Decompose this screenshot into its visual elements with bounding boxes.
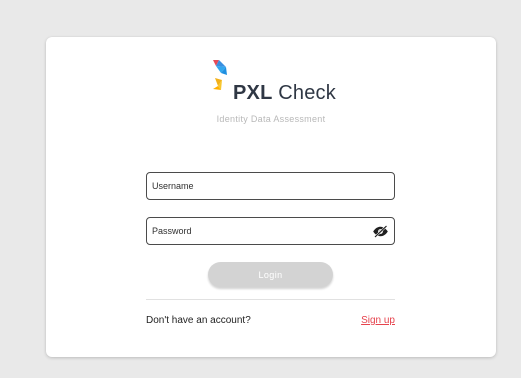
password-input[interactable] bbox=[147, 218, 394, 244]
password-field[interactable] bbox=[146, 217, 395, 245]
username-input[interactable] bbox=[147, 173, 394, 199]
brand-name-strong: PXL bbox=[233, 82, 273, 104]
brand-name-light: Check bbox=[272, 82, 336, 104]
signup-prompt: Don't have an account? bbox=[146, 315, 251, 326]
brand-tagline: Identity Data Assessment bbox=[216, 114, 326, 124]
signup-row: Don't have an account? Sign up bbox=[146, 315, 395, 331]
username-field[interactable] bbox=[146, 172, 395, 200]
pxl-logo-icon bbox=[213, 60, 228, 90]
page: PXL Check Identity Data Assessment Login… bbox=[0, 0, 521, 378]
divider bbox=[146, 299, 395, 300]
brand-header: PXL Check Identity Data Assessment bbox=[46, 60, 496, 124]
eye-off-icon[interactable] bbox=[372, 225, 389, 238]
login-button[interactable]: Login bbox=[208, 262, 333, 287]
login-card: PXL Check Identity Data Assessment Login… bbox=[46, 37, 496, 357]
brand-name: PXL Check bbox=[233, 81, 336, 105]
brand-logo: PXL Check bbox=[206, 60, 336, 105]
signup-link[interactable]: Sign up bbox=[361, 315, 395, 326]
